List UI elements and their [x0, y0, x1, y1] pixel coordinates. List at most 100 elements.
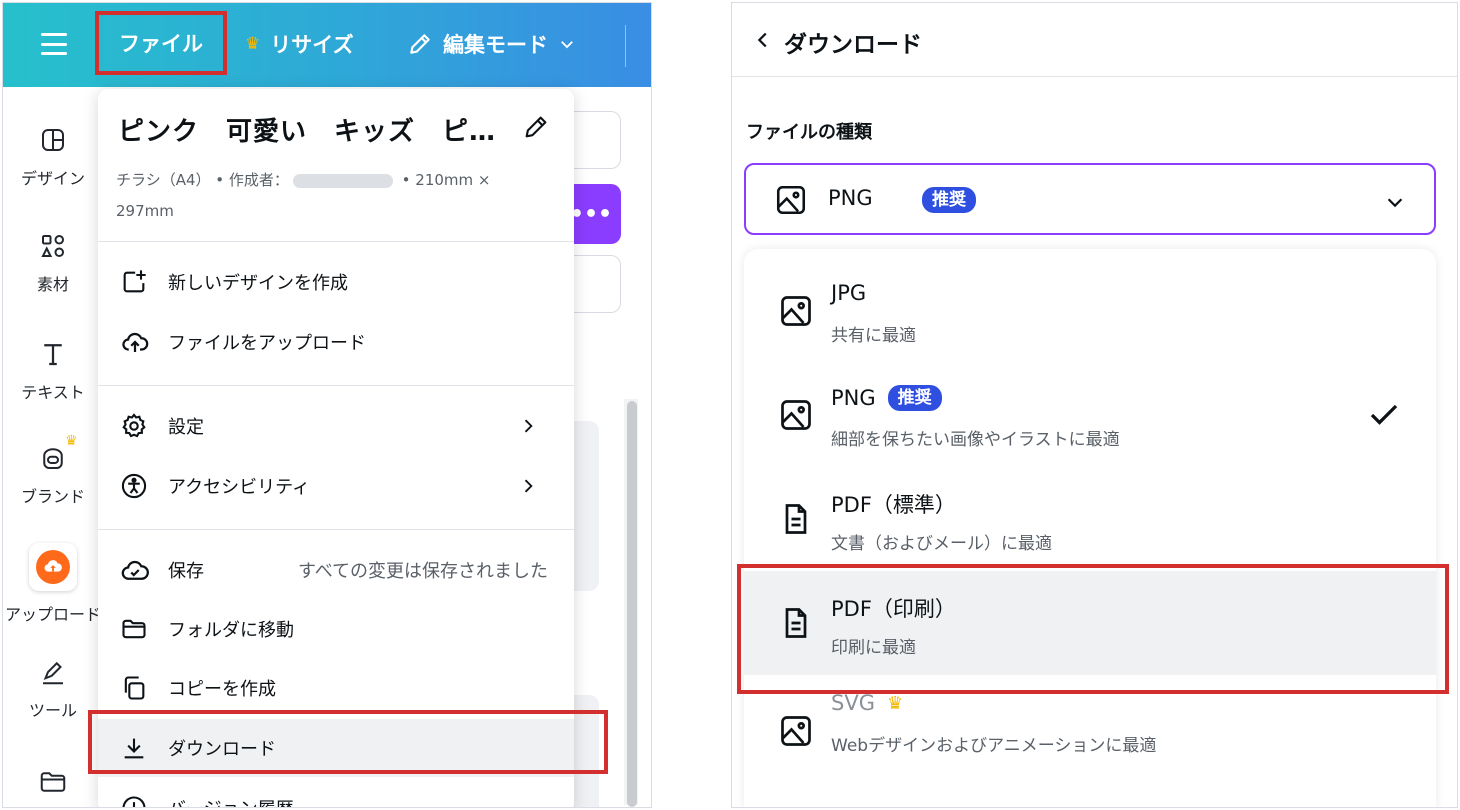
option-png[interactable]: PNG 推奨 細部を保ちたい画像やイラストに最適: [744, 363, 1436, 467]
upload-icon: [44, 560, 62, 572]
menu-divider: [98, 241, 574, 242]
option-name: PNG: [831, 386, 876, 410]
chevron-right-icon: [524, 479, 533, 493]
crown-icon: ♛: [886, 692, 904, 714]
pdf-print-highlight-box: [737, 564, 1449, 694]
sidebar-item-label: アップロード: [4, 605, 101, 624]
menu-item-copy[interactable]: コピーを作成: [98, 659, 574, 717]
menu-item-label: バージョン履歴: [168, 795, 294, 807]
menu-item-label: ファイルをアップロード: [168, 333, 366, 354]
option-desc: 文書（およびメール）に最適: [831, 534, 1052, 554]
image-icon: [781, 400, 811, 430]
file-type-select[interactable]: PNG 推奨: [744, 163, 1436, 235]
folder-icon: [40, 772, 66, 792]
download-highlight-box: [88, 710, 608, 774]
sidebar-item-elements[interactable]: 素材: [3, 229, 103, 295]
design-icon: [42, 129, 64, 151]
edit-mode-dropdown[interactable]: 編集モード: [407, 29, 576, 59]
option-desc: 細部を保ちたい画像やイラストに最適: [831, 430, 1120, 450]
menu-item-new-design[interactable]: 新しいデザインを作成: [98, 253, 574, 311]
menu-item-label: アクセシビリティ: [168, 477, 311, 498]
edit-mode-label: 編集モード: [443, 33, 548, 57]
hamburger-menu-icon[interactable]: [41, 33, 67, 55]
cloud-check-icon: [121, 560, 149, 580]
option-name: PDF（標準）: [831, 493, 956, 517]
menu-item-settings[interactable]: 設定: [98, 397, 574, 455]
upload-tile: [29, 543, 77, 591]
meta-prefix: チラシ（A4） • 作成者：: [116, 171, 289, 189]
design-title: ピンク 可愛い キッズ ピ…: [118, 117, 497, 147]
tools-icon: [43, 661, 63, 685]
chevron-right-icon: [524, 419, 533, 433]
crown-icon: ♛: [65, 433, 78, 449]
editor-panel: ファイル ♛ リサイズ 編集モード デザイン 素材 テキスト ♛ ブランド アッ…: [2, 2, 652, 808]
copy-icon: [124, 676, 145, 700]
file-menu-label: ファイル: [119, 32, 203, 56]
document-icon: [785, 504, 807, 534]
menu-item-label: 新しいデザインを作成: [168, 273, 348, 294]
selected-file-type: PNG: [828, 186, 873, 210]
gear-icon: [122, 413, 146, 438]
menu-item-version-history[interactable]: バージョン履歴: [98, 779, 574, 807]
image-icon: [781, 296, 811, 326]
recommended-badge: 推奨: [887, 385, 942, 411]
text-icon: [44, 344, 62, 366]
file-dropdown-menu: ピンク 可愛い キッズ ピ… チラシ（A4） • 作成者： • 210mm × …: [98, 89, 574, 807]
page-title: ダウンロード: [784, 32, 922, 58]
option-pdf-standard[interactable]: PDF（標準） 文書（およびメール）に最適: [744, 467, 1436, 571]
sidebar-item-upload[interactable]: アップロード: [3, 543, 103, 625]
chevron-down-icon: [561, 41, 573, 49]
chevron-left-icon: [757, 32, 767, 48]
sidebar-item-brand[interactable]: ♛ ブランド: [3, 433, 103, 507]
file-type-label: ファイルの種類: [746, 122, 872, 143]
menu-item-label: フォルダに移動: [168, 620, 294, 641]
scrollbar-thumb[interactable]: [627, 401, 637, 807]
cloud-upload-icon: [122, 332, 149, 352]
folder-icon: [122, 619, 146, 639]
elements-icon: [41, 235, 64, 257]
checkmark-icon: [1370, 404, 1398, 425]
menu-item-accessibility[interactable]: アクセシビリティ: [98, 457, 574, 515]
option-desc: 共有に最適: [831, 326, 916, 346]
back-button[interactable]: [752, 29, 774, 55]
recommended-badge: 推奨: [922, 187, 976, 213]
crown-icon: ♛: [245, 34, 261, 54]
sidebar-item-label: ブランド: [20, 487, 85, 506]
rename-button[interactable]: [522, 113, 550, 145]
menu-item-move-folder[interactable]: フォルダに移動: [98, 600, 574, 658]
sidebar-item-label: テキスト: [21, 383, 85, 402]
sidebar-item-design[interactable]: デザイン: [3, 123, 103, 189]
topbar-divider: [625, 25, 626, 67]
brand-icon: [43, 448, 63, 469]
design-meta: チラシ（A4） • 作成者： • 210mm × 297mm: [116, 165, 526, 227]
editor-topbar: ファイル ♛ リサイズ 編集モード: [3, 3, 651, 87]
chevron-down-icon: [1387, 198, 1403, 208]
download-header: ダウンロード: [732, 3, 1457, 77]
menu-item-upload[interactable]: ファイルをアップロード: [98, 313, 574, 371]
option-svg[interactable]: SVG ♛ Webデザインおよびアニメーションに最適: [744, 679, 1436, 783]
pencil-icon: [525, 116, 547, 138]
resize-label: リサイズ: [270, 33, 354, 57]
menu-divider: [98, 385, 574, 386]
save-status: すべての変更は保存されました: [297, 561, 548, 582]
file-type-options: JPG 共有に最適 PNG 推奨 細部を保ちたい画像やイラストに最適 PDF（標準…: [744, 249, 1436, 807]
image-icon: [776, 185, 806, 215]
menu-item-label: 設定: [168, 417, 204, 438]
menu-item-label: 保存: [168, 561, 204, 582]
menu-item-save[interactable]: 保存 すべての変更は保存されました: [98, 541, 574, 599]
history-icon: [122, 796, 146, 807]
add-page-icon: [123, 270, 146, 293]
option-jpg[interactable]: JPG 共有に最適: [744, 259, 1436, 363]
file-menu-button[interactable]: ファイル: [95, 11, 227, 75]
menu-item-label: コピーを作成: [168, 679, 276, 700]
sidebar-item-label: 素材: [36, 275, 69, 294]
editor-sidebar: デザイン 素材 テキスト ♛ ブランド アップロード ツール: [3, 87, 101, 807]
image-icon: [781, 716, 811, 746]
accessibility-icon: [121, 473, 147, 499]
option-desc: Webデザインおよびアニメーションに最適: [831, 736, 1157, 756]
option-name: JPG: [831, 281, 867, 305]
option-name: SVG: [831, 691, 875, 715]
sidebar-item-text[interactable]: テキスト: [3, 337, 103, 403]
resize-button[interactable]: ♛ リサイズ: [245, 29, 354, 59]
pencil-icon: [410, 34, 430, 54]
